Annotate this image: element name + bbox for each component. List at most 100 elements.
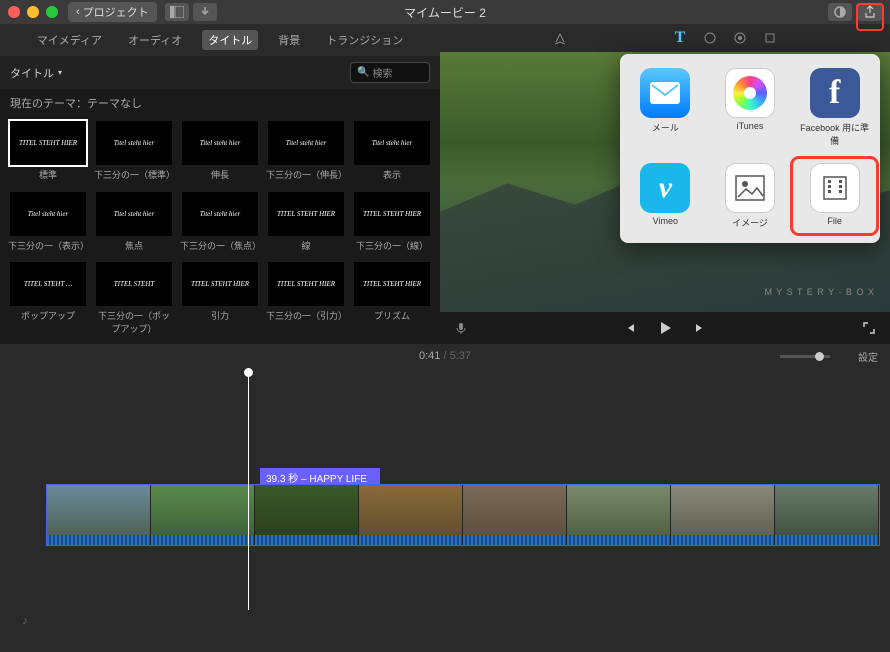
title-caption: ポップアップ <box>21 309 75 322</box>
title-thumbnail: TITEL STEHT HIER <box>268 262 344 306</box>
fullscreen-icon[interactable] <box>858 317 880 339</box>
voiceover-icon[interactable] <box>450 317 472 339</box>
timeline-clip[interactable] <box>359 485 463 545</box>
timeline-clip[interactable] <box>463 485 567 545</box>
title-preset-item[interactable]: Titel steht hier焦点 <box>94 192 174 257</box>
title-thumbnail: Titel steht hier <box>268 121 344 165</box>
share-option-facebook 用に準備[interactable]: fFacebook 用に準備 <box>793 64 876 151</box>
title-preset-item[interactable]: Titel steht hier 下三分の一（焦点） <box>180 192 260 257</box>
playback-controls <box>440 312 890 344</box>
music-track-icon[interactable]: ♪ <box>10 612 40 630</box>
viewer-panel: T H A LIFE KITAYAMA M Y S T E R Y · B O … <box>440 24 890 344</box>
play-button[interactable] <box>654 317 676 339</box>
timeline-clip[interactable] <box>671 485 775 545</box>
title-preset-item[interactable]: TITEL STEHT HIER線 <box>266 192 346 257</box>
chevron-left-icon: ‹ <box>76 6 80 18</box>
tab-titles[interactable]: タイトル <box>202 30 258 50</box>
playhead[interactable] <box>248 368 249 610</box>
title-caption: 下三分の一（焦点） <box>180 239 260 252</box>
title-caption: 標準 <box>39 168 57 181</box>
title-preset-item[interactable]: TITEL STEHT HIER下三分の一（線） <box>352 192 432 257</box>
share-option-メール[interactable]: メール <box>624 64 707 151</box>
share-label: Vimeo <box>653 216 678 226</box>
share-popover: メール iTunes fFacebook 用に準備 vVimeo イメージ File <box>620 54 880 243</box>
title-thumbnail: TITEL STEHT HIER <box>10 121 86 165</box>
browser-tabs: マイメディア オーディオ タイトル 背景 トランジション <box>0 24 440 56</box>
back-to-projects-button[interactable]: ‹ プロジェクト <box>68 2 157 22</box>
timeline-clip[interactable] <box>567 485 671 545</box>
share-option-file[interactable]: File <box>793 159 876 233</box>
share-label: File <box>827 216 842 226</box>
chevron-down-icon[interactable]: ▾ <box>58 68 62 77</box>
video-track[interactable] <box>46 484 880 546</box>
title-thumbnail: TITEL STEHT HIER <box>354 262 430 306</box>
color-correction-icon[interactable] <box>730 28 750 48</box>
browser-subheader: タイトル ▾ 🔍 検索 <box>0 56 440 89</box>
timeline-clip[interactable] <box>775 485 879 545</box>
tab-audio[interactable]: オーディオ <box>122 30 188 50</box>
fullscreen-window-button[interactable] <box>46 6 58 18</box>
share-icon <box>810 163 860 213</box>
enhance-icon[interactable] <box>550 28 570 48</box>
search-icon: 🔍 <box>357 67 369 78</box>
titlebar: ‹ プロジェクト マイムービー 2 <box>0 0 890 24</box>
title-preset-item[interactable]: TITEL STEHT HIER 標準 <box>8 121 88 186</box>
timeline-clip[interactable] <box>255 485 359 545</box>
title-caption: 下三分の一（標準） <box>94 168 174 181</box>
share-option-イメージ[interactable]: イメージ <box>709 159 792 233</box>
title-caption: 表示 <box>383 168 401 181</box>
title-caption: 伸長 <box>211 168 229 181</box>
title-thumbnail: TITEL STEHT <box>96 262 172 306</box>
title-preset-item[interactable]: TITEL STEHT …ポップアップ <box>8 262 88 340</box>
title-thumbnail: Titel steht hier <box>182 121 258 165</box>
import-button[interactable] <box>193 3 217 21</box>
tab-transitions[interactable]: トランジション <box>320 30 409 50</box>
time-current: 0:41 <box>419 350 440 362</box>
title-thumbnail: TITEL STEHT HIER <box>354 192 430 236</box>
share-label: イメージ <box>732 216 768 229</box>
zoom-slider[interactable] <box>780 355 830 358</box>
title-caption: 線 <box>301 239 310 252</box>
minimize-window-button[interactable] <box>27 6 39 18</box>
settings-button[interactable]: 設定 <box>858 349 878 364</box>
title-caption: 下三分の一（ポップアップ） <box>94 309 174 335</box>
title-thumbnail: TITEL STEHT HIER <box>182 262 258 306</box>
toolbar-view-group <box>165 3 217 21</box>
color-balance-icon[interactable] <box>700 28 720 48</box>
title-preset-item[interactable]: TITEL STEHT HIER引力 <box>180 262 260 340</box>
share-icon: f <box>810 68 860 118</box>
tab-my-media[interactable]: マイメディア <box>31 30 108 50</box>
timeline[interactable]: 39.3 秒 – HAPPY LIFE ♪ <box>0 368 890 650</box>
close-window-button[interactable] <box>8 6 20 18</box>
title-preset-item[interactable]: Titel steht hier表示 <box>352 121 432 186</box>
text-adjust-icon[interactable]: T <box>670 28 690 48</box>
title-preset-item[interactable]: TITEL STEHT 下三分の一（ポップアップ） <box>94 262 174 340</box>
title-preset-item[interactable]: Titel steht hier下三分の一（伸長） <box>266 121 346 186</box>
share-option-itunes[interactable]: iTunes <box>709 64 792 151</box>
share-option-vimeo[interactable]: vVimeo <box>624 159 707 233</box>
title-preset-item[interactable]: TITEL STEHT HIER下三分の一（引力） <box>266 262 346 340</box>
timeline-clip[interactable] <box>47 485 151 545</box>
title-preset-item[interactable]: Titel steht hier 伸長 <box>180 121 260 186</box>
title-preset-item[interactable]: Titel steht hier下三分の一（標準） <box>94 121 174 186</box>
share-button-highlight <box>856 3 884 31</box>
title-thumbnail: Titel steht hier <box>182 192 258 236</box>
title-thumbnail: Titel steht hier <box>10 192 86 236</box>
crop-icon[interactable] <box>760 28 780 48</box>
tab-backgrounds[interactable]: 背景 <box>272 30 306 50</box>
time-display: 0:41 / 5:37 <box>419 350 471 362</box>
prev-button[interactable] <box>618 317 640 339</box>
timeline-header: 0:41 / 5:37 設定 <box>0 344 890 368</box>
share-icon <box>725 163 775 213</box>
timeline-clip[interactable] <box>151 485 255 545</box>
title-preset-item[interactable]: TITEL STEHT HIERプリズム <box>352 262 432 340</box>
share-label: iTunes <box>737 121 764 131</box>
theater-button[interactable] <box>828 3 852 21</box>
search-input[interactable]: 🔍 検索 <box>350 62 430 83</box>
library-toggle-button[interactable] <box>165 3 189 21</box>
next-button[interactable] <box>690 317 712 339</box>
title-preset-item[interactable]: Titel steht hier下三分の一（表示） <box>8 192 88 257</box>
title-caption: 焦点 <box>125 239 143 252</box>
share-icon <box>640 68 690 118</box>
titles-header-label: タイトル <box>10 65 54 81</box>
